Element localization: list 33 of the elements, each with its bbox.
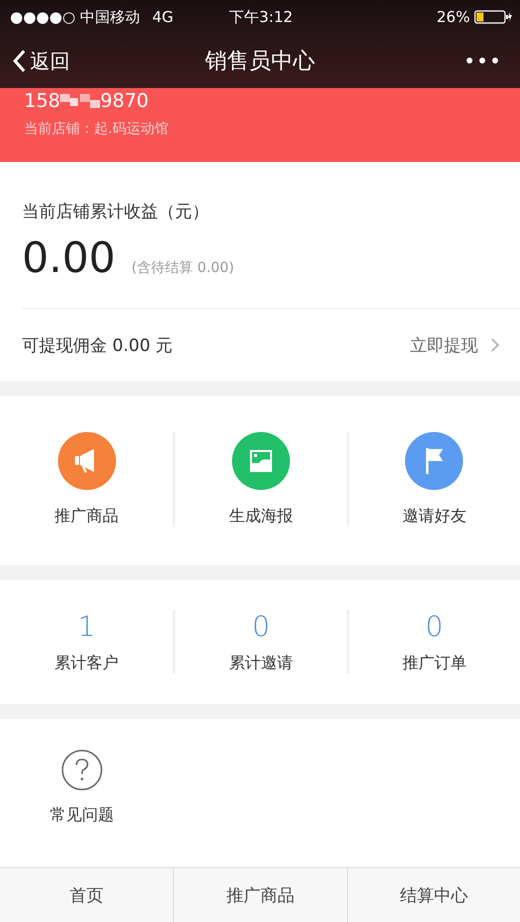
action-button[interactable]: 生成海报	[228, 432, 293, 527]
page-title: 销售员中心	[205, 48, 315, 76]
earnings-label: 当前店铺累计收益（元）	[22, 201, 210, 223]
tab-bar-item[interactable]: 推广商品	[173, 868, 347, 922]
battery-icon	[474, 10, 512, 24]
stat-label: 累计邀请	[228, 653, 293, 674]
redaction-mosaic	[60, 92, 100, 110]
help-icon	[61, 749, 103, 791]
tab-bar-item[interactable]: 首页	[0, 868, 174, 922]
action-button[interactable]: 推广商品	[54, 432, 119, 527]
withdraw-link[interactable]: 立即提现	[410, 334, 500, 356]
withdrawable-commission: 可提现佣金 0.00 元	[22, 334, 173, 356]
stat-value: 0	[252, 610, 270, 643]
phone-number-start: 158	[24, 90, 60, 112]
stat-label: 累计客户	[54, 653, 119, 674]
stat-label: 推广订单	[402, 653, 466, 674]
carrier-name: ●●●●○ 中国移动	[10, 8, 140, 26]
stat-value: 0	[425, 610, 444, 643]
network-type: 4G	[152, 8, 174, 26]
back-button[interactable]: 返回	[12, 48, 70, 74]
more-button[interactable]: •••	[464, 49, 502, 73]
phone-number-end: 9870	[100, 90, 149, 112]
chevron-right-icon	[490, 337, 500, 353]
faq-button[interactable]: 常见问题	[50, 749, 114, 826]
store-name: 当前店铺：起.码运动馆	[24, 120, 170, 138]
chevron-left-icon	[12, 49, 26, 73]
status-time: 下午3:12	[228, 8, 294, 26]
pending-amount: (含待结算 0.00)	[132, 259, 234, 277]
stat-value: 1	[78, 610, 96, 643]
tab-bar-item[interactable]: 结算中心	[346, 868, 520, 922]
action-button[interactable]: 邀请好友	[402, 432, 466, 527]
battery-percent: 26%	[436, 8, 470, 26]
earnings-amount: 0.00	[22, 233, 116, 282]
